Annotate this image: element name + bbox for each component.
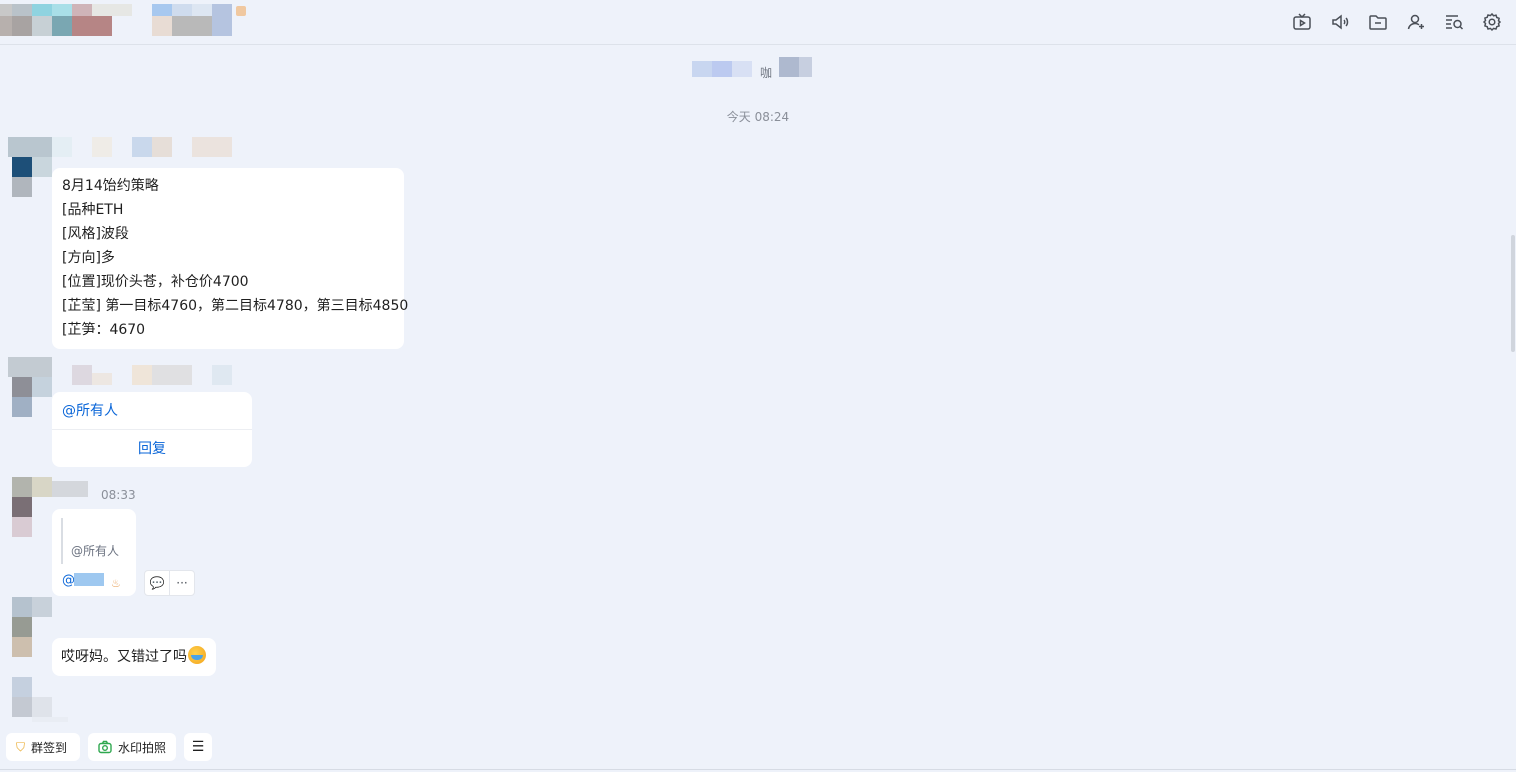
crying-laughing-emoji-icon xyxy=(188,646,206,664)
mentioned-user-blurred xyxy=(74,573,104,586)
time-separator: 今天 08:24 xyxy=(726,110,790,124)
message-line: [风格]波段 xyxy=(62,226,129,242)
message-bubble[interactable]: 8月14饴约策略 [品种ETH [风格]波段 [方向]多 [位置]现价头苍，补仓… xyxy=(52,168,409,349)
chat-header xyxy=(0,0,1516,45)
menu-icon[interactable]: ☰ xyxy=(184,733,212,761)
sender-name-blurred xyxy=(52,137,242,163)
system-notice-text: 咖 xyxy=(760,66,773,80)
more-icon[interactable]: ··· xyxy=(169,571,194,595)
quick-action-bar: ⛉ 群签到 水印拍照 ☰ xyxy=(0,730,1516,772)
message-line: [方向]多 xyxy=(62,250,115,266)
scrollbar[interactable] xyxy=(1511,235,1515,352)
avatar[interactable] xyxy=(8,477,52,537)
message-hover-actions: 💬 ··· xyxy=(144,570,195,596)
message-line: [芷莹] 第一目标4760，第二目标4780，第三目标4850 xyxy=(62,298,409,314)
checkin-shield-icon: ⛉ xyxy=(16,739,26,754)
announcement-card[interactable]: @所有人 回复 xyxy=(52,392,252,467)
watermark-photo-button[interactable]: 水印拍照 xyxy=(88,733,176,761)
folder-icon[interactable] xyxy=(1366,10,1390,34)
message-line: [品种ETH xyxy=(62,202,124,218)
message-line: [位置]现价头苍，补仓价4700 xyxy=(62,274,249,290)
message-time: 08:33 xyxy=(101,488,136,502)
avatar[interactable] xyxy=(8,137,52,197)
avatar[interactable] xyxy=(8,677,68,722)
message-line: 8月14饴约策略 xyxy=(62,178,159,194)
speaker-icon[interactable] xyxy=(1328,10,1352,34)
message-text: 哎呀妈。又错过了吗 xyxy=(61,649,187,665)
sender-name-blurred xyxy=(52,481,92,501)
user-badge-icon: ♨ xyxy=(111,577,121,590)
group-checkin-button[interactable]: ⛉ 群签到 xyxy=(6,733,80,761)
quote-text: @所有人 xyxy=(71,544,120,558)
sender-name-blurred xyxy=(52,365,242,387)
mention-all[interactable]: @所有人 xyxy=(62,400,118,420)
reply-button[interactable]: 回复 xyxy=(52,438,252,458)
input-divider xyxy=(0,769,1516,770)
message-bubble[interactable]: 哎呀妈。又错过了吗 xyxy=(52,638,216,676)
group-name-blurred xyxy=(0,4,250,38)
avatar[interactable] xyxy=(8,357,52,417)
comment-icon[interactable]: 💬 xyxy=(145,571,169,595)
system-notice-blur xyxy=(692,57,812,87)
divider xyxy=(52,429,252,430)
add-member-icon[interactable] xyxy=(1404,10,1428,34)
settings-icon[interactable] xyxy=(1480,10,1504,34)
avatar[interactable] xyxy=(8,597,52,657)
group-checkin-label: 群签到 xyxy=(31,740,68,755)
camera-icon xyxy=(98,740,112,754)
message-line: [芷笋：4670 xyxy=(62,322,146,338)
video-icon[interactable] xyxy=(1290,10,1314,34)
message-bubble[interactable]: @所有人 @ ♨ xyxy=(52,509,136,596)
search-history-icon[interactable] xyxy=(1442,10,1466,34)
header-toolbar xyxy=(1290,10,1504,34)
watermark-photo-label: 水印拍照 xyxy=(118,740,167,755)
